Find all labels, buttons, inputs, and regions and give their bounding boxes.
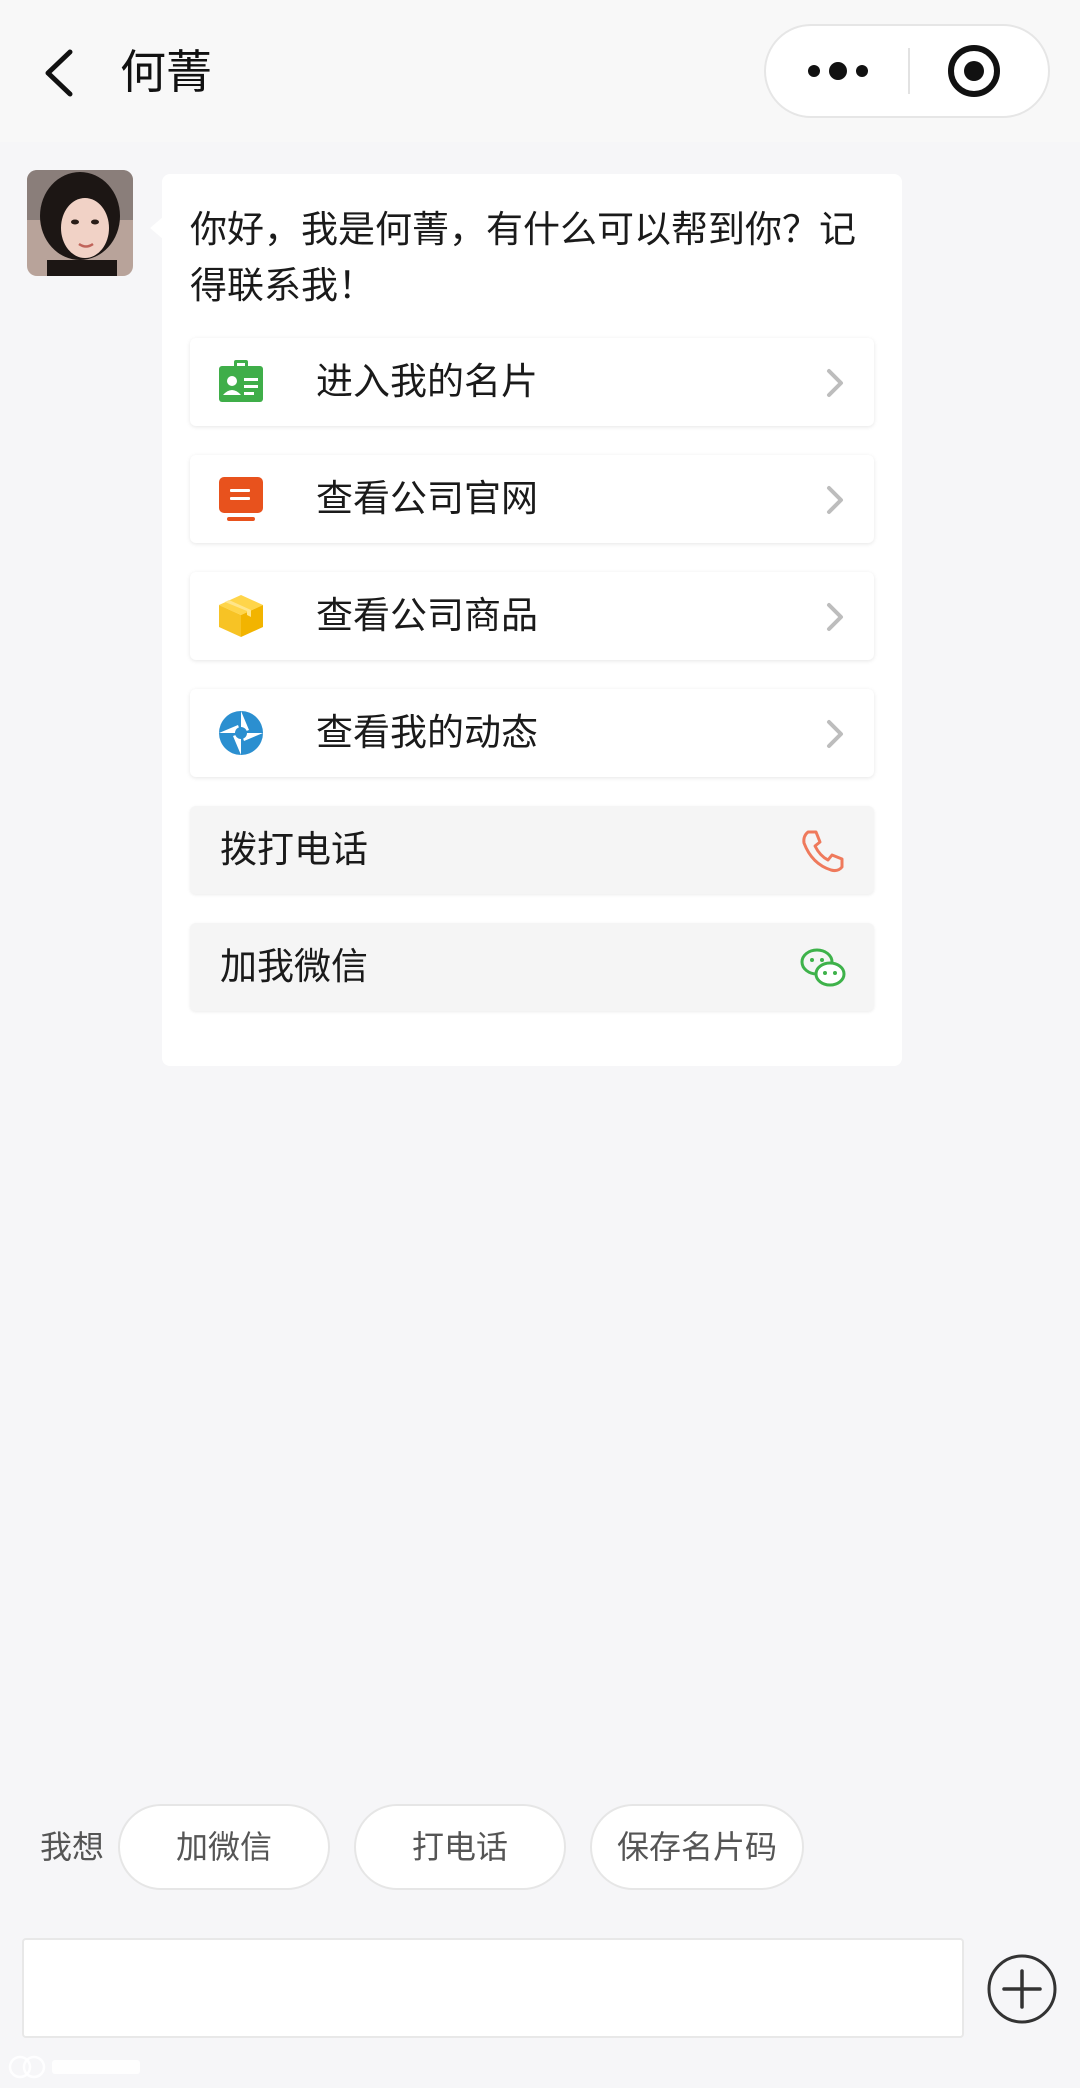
page-title: 何菁	[120, 45, 212, 99]
target-close-icon	[948, 45, 1000, 97]
plus-circle-icon	[987, 1954, 1057, 2024]
more-button[interactable]	[766, 26, 908, 116]
nav-bar: 何菁	[0, 0, 1080, 142]
menu-item-business-card[interactable]: 进入我的名片	[190, 338, 874, 426]
action-label: 拨打电话	[220, 828, 368, 871]
chevron-right-icon	[827, 486, 843, 514]
chip-add-wechat[interactable]: 加微信	[118, 1804, 330, 1890]
menu-item-label: 查看公司商品	[316, 594, 538, 637]
menu-item-products[interactable]: 查看公司商品	[190, 572, 874, 660]
menu-item-moments[interactable]: 查看我的动态	[190, 689, 874, 777]
menu-item-label: 进入我的名片	[316, 360, 538, 403]
menu-item-website[interactable]: 查看公司官网	[190, 455, 874, 543]
business-card-icon	[219, 360, 263, 402]
chip-save-card-code[interactable]: 保存名片码	[590, 1804, 804, 1890]
avatar[interactable]	[27, 170, 133, 276]
chevron-right-icon	[827, 603, 843, 631]
wechat-icon	[800, 948, 846, 987]
watermark-logo	[8, 2055, 140, 2079]
menu-item-label: 查看我的动态	[316, 711, 538, 754]
chevron-left-icon	[45, 49, 73, 97]
website-icon	[219, 477, 263, 521]
avatar-image	[27, 170, 133, 276]
phone-icon	[802, 830, 844, 873]
chevron-right-icon	[827, 720, 843, 748]
message-bubble: 你好，我是何菁，有什么可以帮到你？记得联系我！ 进入我的名片 查看公司官网 查看…	[162, 174, 902, 1066]
chevron-right-icon	[827, 369, 843, 397]
message-input[interactable]	[22, 1938, 964, 2038]
greeting-text: 你好，我是何菁，有什么可以帮到你？记得联系我！	[190, 208, 856, 307]
menu-item-label: 查看公司官网	[316, 477, 538, 520]
action-label: 加我微信	[220, 945, 368, 988]
call-phone-button[interactable]: 拨打电话	[190, 806, 874, 894]
more-dots-icon	[808, 62, 868, 80]
mini-program-capsule	[764, 24, 1050, 118]
add-wechat-button[interactable]: 加我微信	[190, 923, 874, 1011]
close-button[interactable]	[910, 26, 1050, 116]
chat-page: 何菁 你好，我是何菁，有什么可以帮到你？记得联系我！ 进入我的名片 查看公司官网…	[0, 0, 1080, 2088]
chip-call-phone[interactable]: 打电话	[354, 1804, 566, 1890]
back-button[interactable]	[32, 38, 92, 108]
plus-button[interactable]	[986, 1953, 1058, 2025]
product-box-icon	[219, 595, 263, 637]
camera-shutter-icon	[219, 711, 263, 755]
quick-reply-label: 我想	[40, 1828, 105, 1866]
